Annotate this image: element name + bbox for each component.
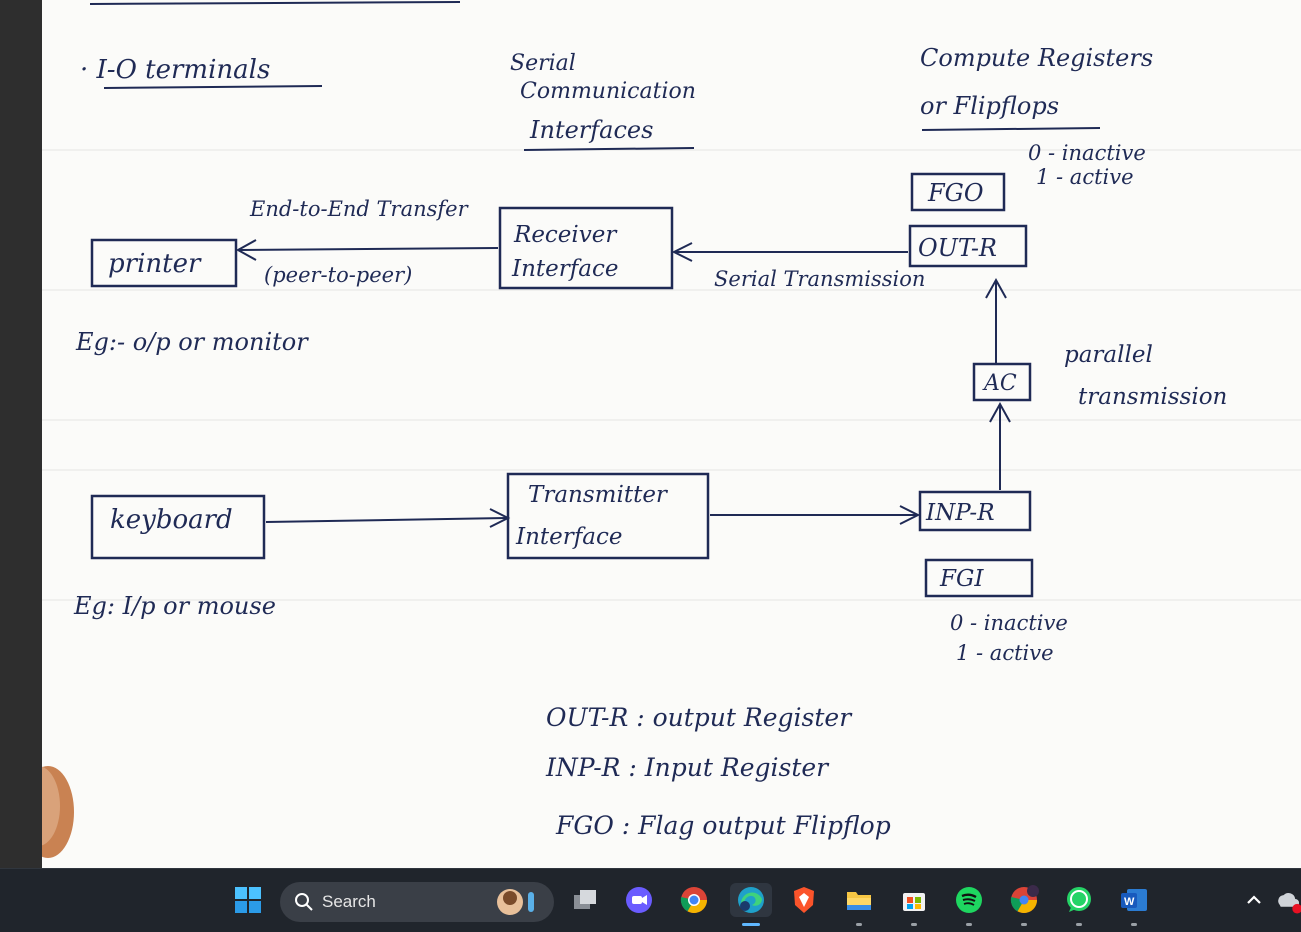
- chrome-profile-icon[interactable]: [1007, 883, 1041, 926]
- io-terminals-heading: · I-O terminals: [80, 55, 270, 85]
- eg-input-note: Eg: I/p or mouse: [73, 592, 276, 620]
- windows-start-icon[interactable]: [231, 883, 265, 917]
- compute-heading-line1: Compute Registers: [920, 44, 1153, 72]
- fgo-active-note: 1 - active: [1036, 165, 1134, 189]
- search-placeholder: Search: [322, 892, 376, 911]
- whatsapp-icon[interactable]: [1062, 883, 1096, 926]
- ac-label: AC: [982, 371, 1017, 396]
- parallel-line2: transmission: [1078, 384, 1227, 410]
- file-explorer-icon[interactable]: [842, 883, 876, 926]
- chrome-icon[interactable]: [677, 883, 711, 917]
- onedrive-icon[interactable]: [1272, 883, 1301, 917]
- legend-out-r: OUT-R : output Register: [546, 703, 853, 732]
- serial-heading-line3: Interfaces: [529, 116, 653, 144]
- fgo-inactive-note: 0 - inactive: [1028, 141, 1146, 165]
- parallel-line1: parallel: [1064, 342, 1153, 368]
- eg-output-note: Eg:- o/p or monitor: [75, 328, 309, 356]
- end-to-end-label: End-to-End Transfer: [249, 197, 470, 221]
- legend-fgo: FGO : Flag output Flipflop: [555, 811, 891, 840]
- tray-chevron-icon[interactable]: [1237, 883, 1271, 917]
- serial-heading-line1: Serial: [510, 51, 576, 76]
- fgo-label: FGO: [927, 179, 984, 207]
- compute-heading-line2: or Flipflops: [920, 92, 1059, 120]
- legend-inp-r: INP-R : Input Register: [545, 753, 830, 782]
- fgi-active-note: 1 - active: [956, 641, 1054, 665]
- handwritten-diagram: · I-O terminals Serial Communication Int…: [42, 1, 1301, 858]
- receiver-line1: Receiver: [513, 222, 618, 248]
- search-highlight-icon: [488, 886, 544, 922]
- spotify-icon[interactable]: [952, 883, 986, 926]
- out-r-label: OUT-R: [918, 234, 997, 262]
- word-icon[interactable]: W: [1117, 883, 1151, 926]
- transmitter-line1: Transmitter: [528, 482, 669, 508]
- left-window-edge: [0, 0, 42, 868]
- serial-heading-line2: Communication: [520, 79, 696, 104]
- brave-icon[interactable]: [787, 883, 821, 917]
- svg-text:W: W: [1124, 896, 1135, 908]
- taskbar: Search W: [0, 868, 1301, 932]
- transmitter-line2: Interface: [515, 524, 622, 550]
- keyboard-label: keyboard: [110, 505, 233, 535]
- notes-image: · I-O terminals Serial Communication Int…: [42, 0, 1301, 868]
- receiver-line2: Interface: [511, 256, 618, 282]
- inp-r-label: INP-R: [925, 500, 995, 526]
- serial-transmission-label: Serial Transmission: [714, 267, 925, 291]
- microsoft-store-icon[interactable]: [897, 883, 931, 926]
- search-box[interactable]: Search: [280, 882, 554, 922]
- zoom-icon[interactable]: [622, 883, 656, 917]
- printer-label: printer: [108, 249, 202, 279]
- task-view-icon[interactable]: [568, 883, 602, 917]
- edge-icon[interactable]: [730, 883, 772, 926]
- fgi-inactive-note: 0 - inactive: [950, 611, 1068, 635]
- fgi-label: FGI: [939, 566, 984, 592]
- search-icon: [294, 892, 314, 912]
- peer-to-peer-label: (peer-to-peer): [264, 263, 412, 287]
